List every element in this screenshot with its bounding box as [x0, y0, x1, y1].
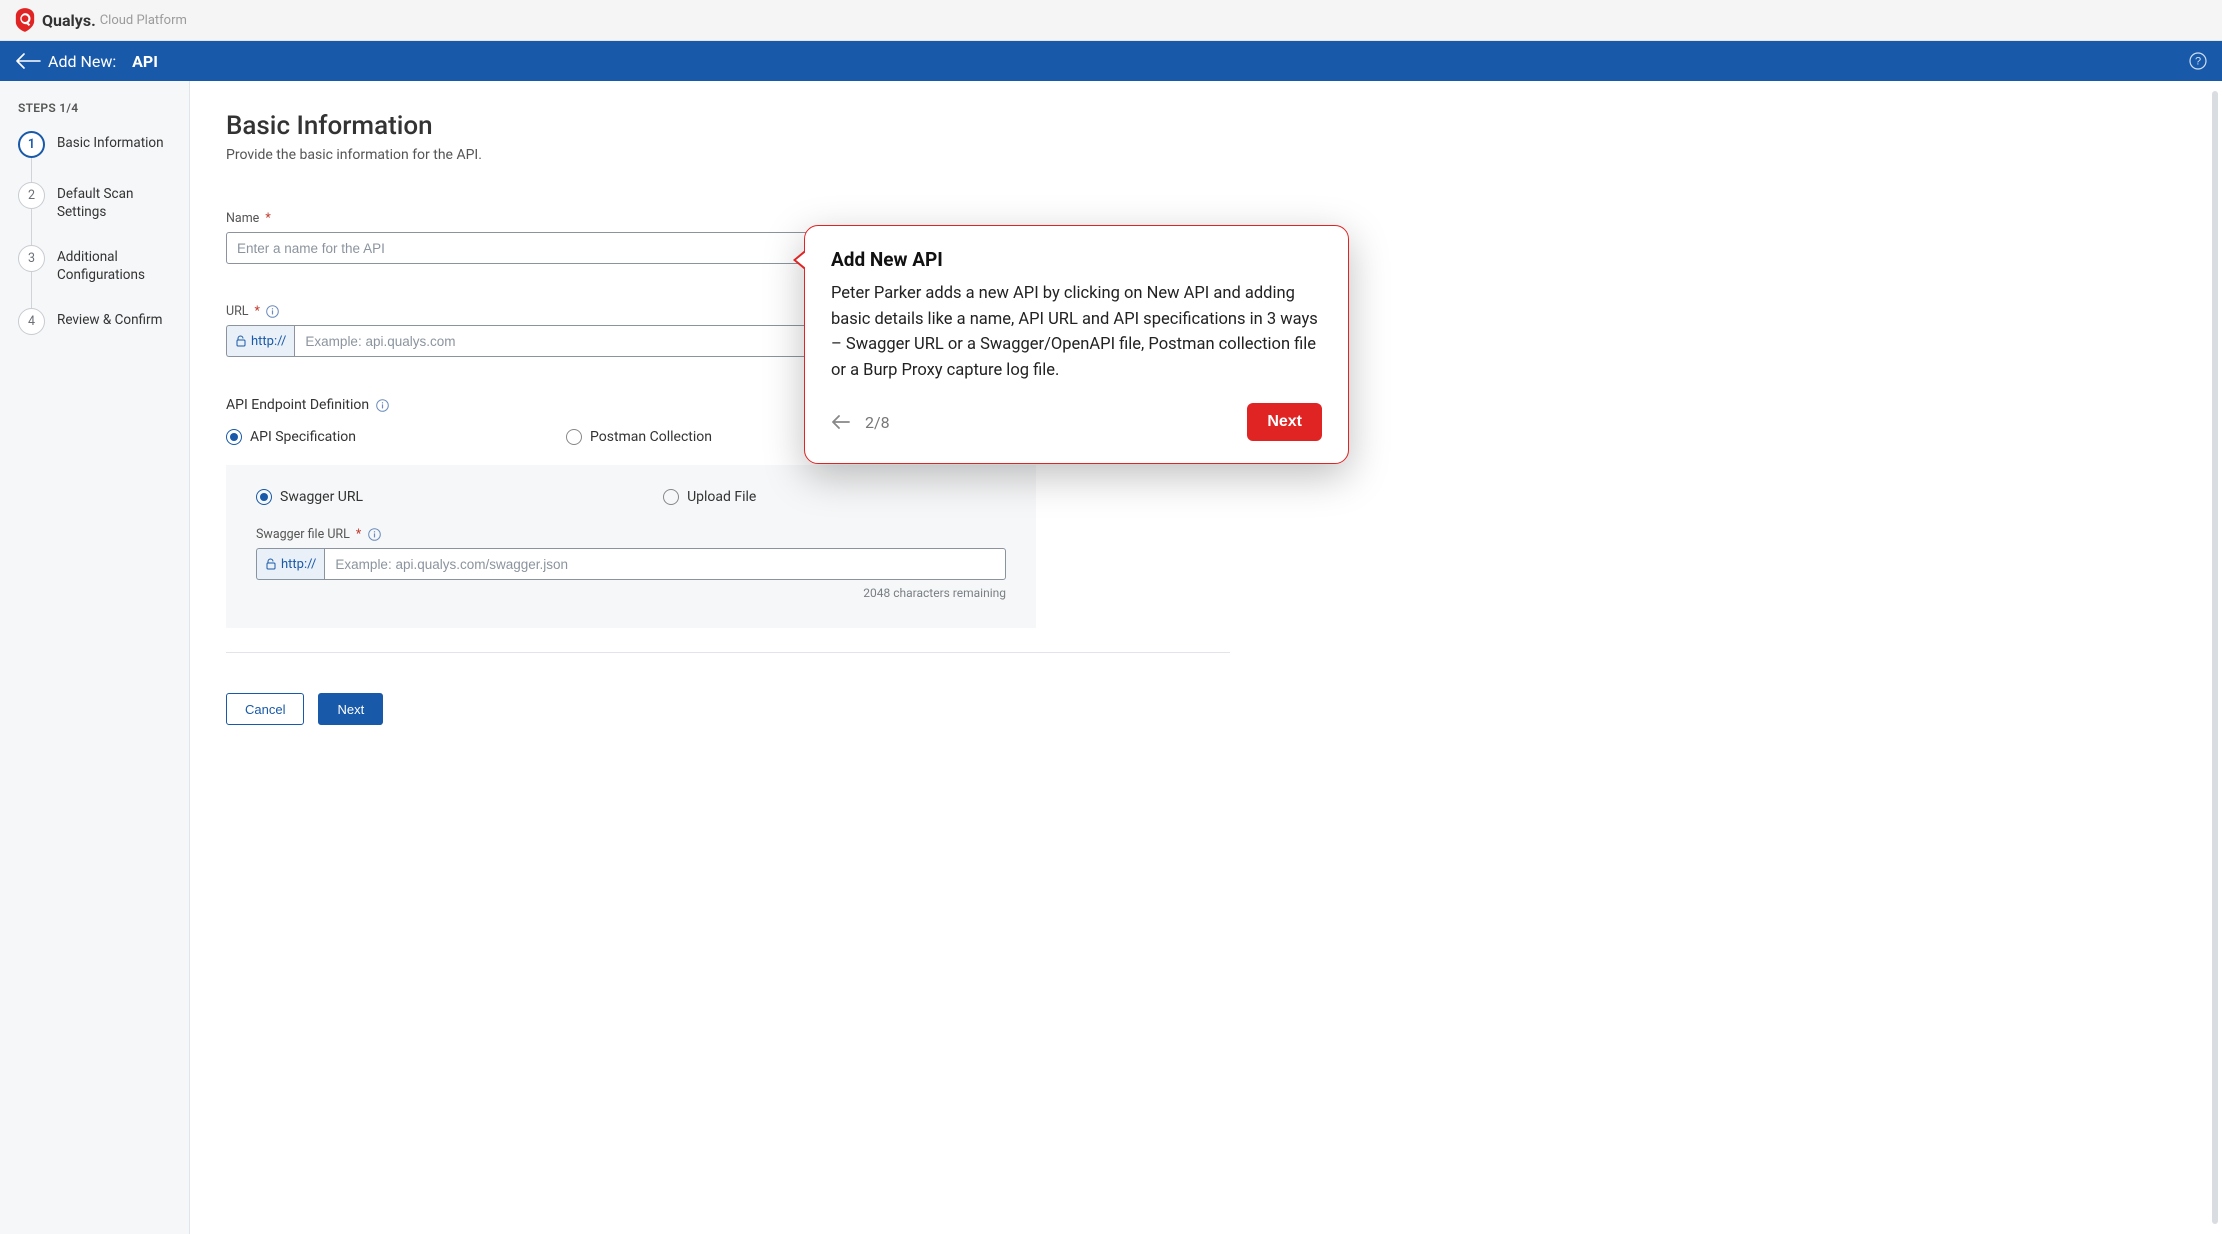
- info-icon[interactable]: [266, 305, 280, 319]
- scrollbar[interactable]: [2212, 91, 2218, 1224]
- step-label: Additional Configurations: [57, 245, 175, 284]
- unlock-icon: [265, 558, 277, 570]
- main-content: Basic Information Provide the basic info…: [190, 81, 2222, 1234]
- step-number: 2: [18, 182, 45, 209]
- radio-api-specification[interactable]: API Specification: [226, 429, 356, 445]
- radio-label: API Specification: [250, 429, 356, 445]
- info-icon[interactable]: [375, 398, 389, 412]
- swagger-file-url-label: Swagger file URL: [256, 527, 350, 542]
- header-title: Add New: API: [48, 52, 158, 71]
- brand-name: Qualys.: [42, 11, 96, 30]
- chars-remaining: 2048 characters remaining: [256, 586, 1006, 600]
- radio-label: Swagger URL: [280, 489, 363, 505]
- required-asterisk: *: [356, 527, 361, 542]
- tour-step-counter: 2/8: [865, 413, 890, 432]
- svg-text:?: ?: [2195, 56, 2201, 68]
- step-label: Review & Confirm: [57, 308, 162, 330]
- steps-sidebar: STEPS 1/4 1 Basic Information 2 Default …: [0, 81, 190, 1234]
- tour-next-button[interactable]: Next: [1247, 403, 1322, 441]
- swagger-file-url-input[interactable]: [324, 548, 1006, 580]
- back-arrow-icon[interactable]: [14, 47, 42, 75]
- tour-prev-icon[interactable]: [831, 412, 851, 432]
- radio-postman-collection[interactable]: Postman Collection: [566, 429, 712, 445]
- cancel-button[interactable]: Cancel: [226, 693, 304, 725]
- steps-counter: STEPS 1/4: [18, 101, 175, 115]
- step-number: 3: [18, 245, 45, 272]
- unlock-icon: [235, 335, 247, 347]
- step-label: Basic Information: [57, 131, 164, 153]
- step-number: 1: [18, 131, 45, 158]
- required-asterisk: *: [255, 304, 260, 319]
- info-icon[interactable]: [367, 528, 381, 542]
- url-label: URL: [226, 304, 249, 319]
- swagger-url-protocol-text: http://: [281, 557, 316, 572]
- brandbar: Qualys. Cloud Platform: [0, 0, 2222, 41]
- url-protocol-text: http://: [251, 334, 286, 349]
- radio-label: Upload File: [687, 489, 756, 505]
- tour-title: Add New API: [831, 248, 1322, 271]
- wizard-footer: Cancel Next: [226, 653, 1230, 725]
- page-title: Basic Information: [226, 111, 1230, 141]
- page-subtitle: Provide the basic information for the AP…: [226, 147, 1230, 163]
- step-list: 1 Basic Information 2 Default Scan Setti…: [18, 131, 175, 335]
- help-icon[interactable]: ?: [2188, 51, 2208, 71]
- body: STEPS 1/4 1 Basic Information 2 Default …: [0, 81, 2222, 1234]
- step-basic-information[interactable]: 1 Basic Information: [18, 131, 175, 182]
- step-additional-configurations[interactable]: 3 Additional Configurations: [18, 245, 175, 308]
- next-button[interactable]: Next: [318, 693, 383, 725]
- radio-swagger-url[interactable]: Swagger URL: [256, 489, 363, 505]
- endpoint-definition-label: API Endpoint Definition: [226, 397, 369, 413]
- swagger-url-protocol-selector[interactable]: http://: [256, 548, 324, 580]
- required-asterisk: *: [265, 211, 270, 226]
- brand-subtitle: Cloud Platform: [100, 13, 187, 28]
- step-review-confirm[interactable]: 4 Review & Confirm: [18, 308, 175, 335]
- tour-popover: Add New API Peter Parker adds a new API …: [804, 225, 1349, 464]
- api-spec-panel: Swagger URL Upload File Swagger file URL…: [226, 465, 1036, 628]
- qualys-logo-icon: [14, 7, 36, 33]
- step-label: Default Scan Settings: [57, 182, 175, 221]
- step-number: 4: [18, 308, 45, 335]
- radio-label: Postman Collection: [590, 429, 712, 445]
- step-default-scan-settings[interactable]: 2 Default Scan Settings: [18, 182, 175, 245]
- spec-source-radio-group: Swagger URL Upload File: [256, 489, 1006, 505]
- radio-upload-file[interactable]: Upload File: [663, 489, 756, 505]
- url-protocol-selector[interactable]: http://: [226, 325, 294, 357]
- header-entity: API: [132, 52, 158, 71]
- header-prefix: Add New:: [48, 52, 116, 71]
- page-header: Add New: API ?: [0, 41, 2222, 81]
- name-label: Name: [226, 211, 259, 226]
- tour-body: Peter Parker adds a new API by clicking …: [831, 281, 1322, 383]
